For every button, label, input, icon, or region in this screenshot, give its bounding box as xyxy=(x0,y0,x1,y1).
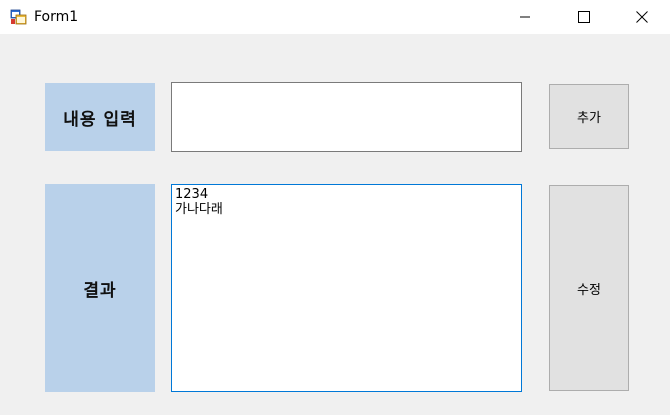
result-label: 결과 xyxy=(45,184,155,392)
result-line: 가나다래 xyxy=(175,202,223,217)
close-button[interactable] xyxy=(613,0,670,34)
edit-button[interactable]: 수정 xyxy=(549,185,629,391)
maximize-icon xyxy=(578,8,590,27)
title-bar[interactable]: Form1 xyxy=(0,0,670,34)
result-line: 1234 xyxy=(175,187,209,202)
window-title: Form1 xyxy=(34,9,79,25)
add-button[interactable]: 추가 xyxy=(549,84,629,149)
minimize-icon xyxy=(519,8,531,27)
minimize-button[interactable] xyxy=(496,0,554,34)
maximize-button[interactable] xyxy=(555,0,613,34)
form-client-area: 내용 입력 추가 결과 1234 가나다래 수정 xyxy=(0,34,670,415)
input-label: 내용 입력 xyxy=(45,83,155,151)
content-input[interactable] xyxy=(171,82,522,152)
app-icon xyxy=(10,8,28,26)
close-icon xyxy=(636,8,648,27)
result-textbox[interactable]: 1234 가나다래 xyxy=(171,184,522,392)
